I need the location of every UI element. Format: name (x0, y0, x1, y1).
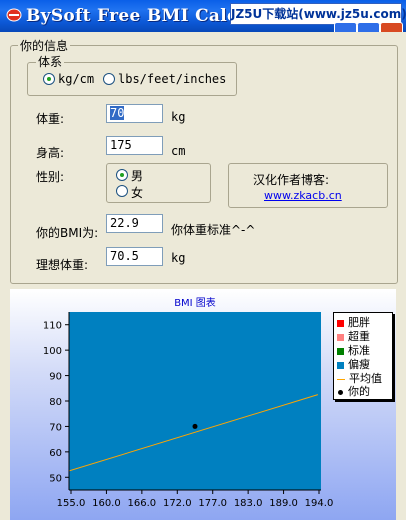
x-tick-label: 155.0 (57, 498, 86, 509)
legend-item-overweight: 超重 (337, 328, 370, 343)
legend-item-you: 你的 (337, 383, 370, 398)
y-tick-label: 80 (49, 397, 62, 408)
legend-item-obese: 肥胖 (337, 314, 370, 329)
legend-item-normal: 标准 (337, 342, 370, 357)
legend-item-average: 平均值 (337, 370, 382, 385)
x-tick-label: 160.0 (92, 498, 121, 509)
y-tick-label: 100 (43, 346, 62, 357)
y-tick-label: 50 (49, 473, 62, 484)
legend-item-underweight: 偏瘦 (337, 356, 370, 371)
bmi-chart: BMI 图表 50 60 70 80 90 100 110 155.0 160.0 166.0 172… (43, 296, 334, 509)
x-tick-label: 194.0 (305, 498, 334, 509)
x-tick-label: 177.0 (198, 498, 227, 509)
chart-legend: 肥胖 超重 标准 偏瘦 平均值 你的 (333, 312, 393, 400)
x-tick-label: 183.0 (234, 498, 263, 509)
y-tick-label: 110 (43, 321, 62, 332)
y-tick-label: 60 (49, 448, 62, 459)
x-tick-label: 172.0 (163, 498, 192, 509)
y-tick-label: 90 (49, 372, 62, 383)
plot-area (69, 312, 321, 490)
x-tick-label: 166.0 (128, 498, 157, 509)
chart-title: BMI 图表 (174, 296, 216, 309)
band-underweight (69, 312, 321, 490)
x-tick-label: 189.0 (269, 498, 298, 509)
your-bmi-marker (192, 423, 198, 429)
y-tick-label: 70 (49, 422, 62, 433)
